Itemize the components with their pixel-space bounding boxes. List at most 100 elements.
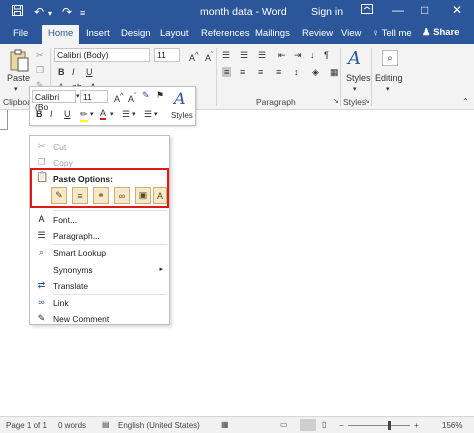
styles-button[interactable]: Styles [346, 73, 371, 83]
sort-icon[interactable]: ↓ [310, 50, 315, 60]
tab-insert[interactable]: Insert [86, 28, 110, 39]
paste-merge-format-alt-icon[interactable]: ⚭ [93, 187, 109, 204]
mini-format-painter-icon[interactable]: ✎ [142, 90, 150, 101]
numbering-icon[interactable]: ☰ [240, 50, 248, 61]
undo-icon[interactable]: ↶ [34, 4, 44, 20]
mini-numbering-dropdown-icon[interactable]: ▾ [154, 110, 158, 118]
copy-icon[interactable]: ❐ [36, 65, 44, 76]
zoom-slider-thumb[interactable] [388, 421, 391, 430]
minimize-button[interactable]: — [392, 3, 404, 17]
tab-home[interactable]: Home [42, 25, 80, 44]
tab-references[interactable]: References [201, 28, 250, 39]
customize-toolbar-icon[interactable]: ≡ [80, 5, 85, 21]
maximize-button[interactable]: □ [421, 3, 428, 17]
align-left-icon[interactable]: ≡ [222, 67, 232, 77]
font-size-box[interactable]: 11 [154, 48, 180, 62]
mini-bold-button[interactable]: B [36, 109, 43, 119]
tab-design[interactable]: Design [121, 28, 151, 39]
close-button[interactable]: ✕ [452, 3, 462, 17]
zoom-level[interactable]: 156% [442, 421, 462, 430]
menu-item-translate[interactable]: ⇄ Translate [30, 279, 169, 294]
save-icon[interactable] [12, 4, 23, 20]
proofing-icon[interactable]: ▤ [102, 420, 110, 429]
menu-item-smart-lookup[interactable]: ⌕ Smart Lookup [30, 246, 169, 261]
mini-shrink-font-icon[interactable]: Aˇ [128, 91, 137, 104]
zoom-in-button[interactable]: + [414, 421, 419, 430]
font-name-box[interactable]: Calibri (Body) [54, 48, 150, 62]
styles-launcher-icon[interactable]: ↘ [364, 97, 370, 105]
show-marks-icon[interactable]: ¶ [324, 50, 329, 60]
mini-styles-label[interactable]: Styles [171, 111, 193, 120]
share-button[interactable]: ♟ Share [422, 27, 460, 38]
paste-keep-source-icon[interactable]: ✎ [51, 187, 67, 204]
mini-font-color-icon[interactable]: A [100, 108, 107, 120]
language-status[interactable]: English (United States) [118, 421, 200, 430]
mini-grow-font-icon[interactable]: A^ [114, 91, 124, 104]
menu-item-font[interactable]: A Font... [30, 213, 169, 228]
mini-bullets-dropdown-icon[interactable]: ▾ [132, 110, 136, 118]
mini-highlight-dropdown-icon[interactable]: ▾ [90, 110, 94, 118]
tab-layout[interactable]: Layout [160, 28, 189, 39]
align-right-icon[interactable]: ≡ [258, 67, 263, 77]
undo-dropdown-icon[interactable]: ▾ [48, 6, 52, 22]
search-icon[interactable]: ⌕ [382, 50, 398, 66]
menu-item-paragraph[interactable]: ☰ Paragraph... [30, 229, 169, 244]
mini-italic-button[interactable]: I [50, 109, 53, 119]
tab-review[interactable]: Review [302, 28, 333, 39]
mini-underline-button[interactable]: U [64, 109, 71, 119]
italic-button[interactable]: I [72, 67, 75, 77]
zoom-out-button[interactable]: − [339, 421, 344, 430]
multilevel-list-icon[interactable]: ☰ [258, 50, 266, 61]
collapse-ribbon-icon[interactable]: ⌃ [462, 97, 469, 106]
mini-font-color-dropdown-icon[interactable]: ▾ [110, 110, 114, 118]
paste-dropdown-icon[interactable]: ▾ [14, 85, 18, 93]
paste-merge-formatting-icon[interactable]: ≡ [72, 187, 88, 204]
macro-icon[interactable]: ▦ [221, 420, 229, 429]
paste-text-only-icon[interactable]: A [153, 187, 167, 204]
editing-button[interactable]: Editing [375, 73, 403, 83]
tab-file[interactable]: File [13, 28, 28, 39]
cut-icon[interactable]: ✂ [36, 50, 44, 61]
menu-item-new-comment[interactable]: ✎ New Comment [30, 312, 169, 327]
read-mode-icon[interactable]: ▭ [280, 420, 288, 429]
increase-indent-icon[interactable]: ⇥ [294, 50, 302, 61]
mini-numbering-icon[interactable]: ☰ [144, 109, 152, 120]
mini-font-size-box[interactable]: 11 [80, 90, 108, 103]
ribbon-display-icon[interactable] [361, 3, 373, 17]
tell-me-box[interactable]: ♀ Tell me [372, 28, 412, 39]
sign-in-link[interactable]: Sign in [311, 6, 343, 18]
menu-item-link[interactable]: ∞ Link [30, 296, 169, 311]
paragraph-launcher-icon[interactable]: ↘ [333, 97, 339, 105]
shading-icon[interactable]: ◈ [312, 67, 319, 78]
align-center-icon[interactable]: ≡ [240, 67, 245, 77]
paste-picture-icon[interactable]: ▣ [135, 187, 151, 204]
bullets-icon[interactable]: ☰ [222, 50, 230, 61]
underline-button[interactable]: U [86, 67, 93, 77]
word-count[interactable]: 0 words [58, 421, 86, 430]
bold-button[interactable]: B [58, 67, 65, 77]
redo-icon[interactable]: ↷ [62, 4, 72, 20]
mini-font-name-box[interactable]: Calibri (Bo [32, 90, 76, 112]
justify-icon[interactable]: ≡ [276, 67, 281, 77]
styles-dropdown-icon[interactable]: ▾ [353, 85, 357, 93]
borders-icon[interactable]: ▦ [330, 67, 339, 78]
tab-view[interactable]: View [341, 28, 361, 39]
menu-item-synonyms[interactable]: Synonyms ▸ [30, 263, 169, 278]
paste-button[interactable]: Paste [7, 73, 30, 83]
editing-dropdown-icon[interactable]: ▾ [386, 85, 390, 93]
print-layout-icon[interactable] [300, 419, 316, 431]
web-layout-icon[interactable]: ▯ [322, 420, 326, 429]
mini-styles-icon[interactable]: A [174, 89, 186, 108]
decrease-indent-icon[interactable]: ⇤ [278, 50, 286, 61]
grow-font-icon[interactable]: A^ [189, 50, 199, 63]
tab-mailings[interactable]: Mailings [255, 28, 290, 39]
mini-styles-swatch-icon[interactable]: ⚑ [156, 90, 164, 101]
page-count[interactable]: Page 1 of 1 [6, 421, 47, 430]
mini-bullets-icon[interactable]: ☰ [122, 109, 130, 120]
mini-highlight-icon[interactable]: ✏ [80, 109, 88, 122]
menu-item-cut[interactable]: ✂ Cut [30, 140, 169, 155]
line-spacing-icon[interactable]: ↕ [294, 67, 299, 77]
styles-icon[interactable]: A [348, 48, 361, 69]
paste-link-icon[interactable]: ∞ [114, 187, 130, 204]
zoom-slider[interactable] [348, 425, 410, 426]
